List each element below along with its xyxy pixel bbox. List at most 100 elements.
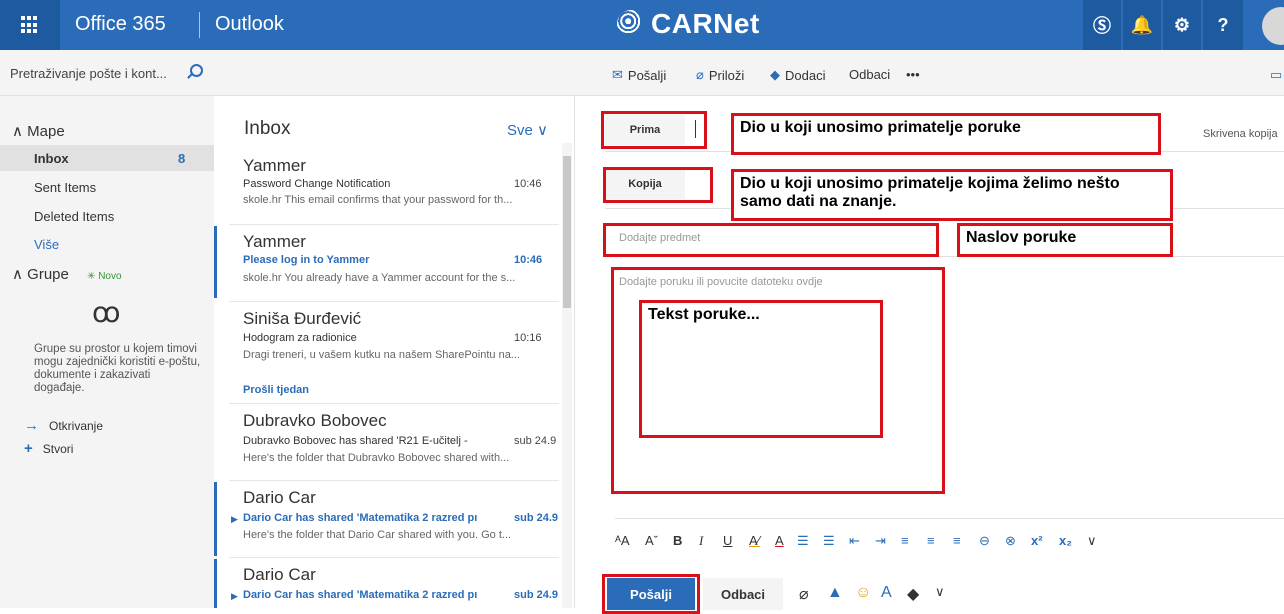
app-launcher-button[interactable]	[0, 0, 60, 50]
skype-icon[interactable]: Ⓢ	[1083, 0, 1121, 50]
new-group-label: Novo	[98, 271, 122, 282]
bcc-link[interactable]: Skrivena kopija	[1203, 128, 1278, 140]
nav-more-link[interactable]: Više	[0, 231, 214, 257]
indent-icon[interactable]: ⇥	[875, 533, 886, 549]
numbering-icon[interactable]: ☰	[823, 533, 835, 549]
attach-label: Priloži	[708, 67, 745, 83]
divider	[199, 12, 200, 38]
top-bar: Office 365 Outlook CARNet Ⓢ 🔔 ⚙ ?	[0, 0, 1284, 50]
grow-font-icon[interactable]: Aˇ	[645, 533, 658, 548]
signature-icon[interactable]: A	[881, 584, 892, 602]
folders-header[interactable]: ∧ Mape	[12, 122, 65, 140]
list-item[interactable]: Yammer Password Change Notification 10:4…	[214, 152, 559, 222]
search-input[interactable]: Pretraživanje pošte i kont...	[10, 66, 167, 81]
message-subject: Password Change Notification	[243, 178, 391, 190]
expand-arrow-icon[interactable]: ▶	[231, 514, 238, 525]
message-sender: Yammer	[243, 232, 306, 251]
align-right-icon[interactable]: ≡	[953, 533, 961, 548]
addins-icon[interactable]: ◆	[907, 584, 919, 604]
paperclip-icon[interactable]: ⌀	[799, 584, 809, 604]
compose-pane: Prima Skrivena kopija Kopija Dodajte pre…	[574, 96, 1284, 614]
list-item[interactable]: Dario Car ▶ Dario Car has shared 'Matema…	[214, 559, 559, 608]
font-size-icon[interactable]: ᴬA	[615, 533, 630, 548]
search-bar[interactable]: Pretraživanje pošte i kont...	[0, 50, 214, 96]
highlight-icon[interactable]: A⁄	[749, 533, 760, 548]
list-item[interactable]: Dario Car ▶ Dario Car has shared 'Matema…	[214, 482, 559, 556]
discard-command[interactable]: Odbaci	[849, 67, 890, 82]
align-center-icon[interactable]: ≡	[927, 533, 935, 548]
message-subject: Please log in to Yammer	[243, 254, 370, 266]
filter-label: Sve	[507, 122, 533, 139]
new-group-link[interactable]: ✳ Novo	[87, 271, 122, 282]
send-label: Pošalji	[627, 67, 667, 83]
image-icon[interactable]: ▲	[827, 584, 843, 602]
bullets-icon[interactable]: ☰	[797, 533, 809, 549]
italic-icon[interactable]: I	[699, 533, 703, 549]
waffle-icon	[21, 16, 39, 34]
outdent-icon[interactable]: ⇤	[849, 533, 860, 549]
superscript-icon[interactable]: x²	[1031, 533, 1043, 548]
chevron-up-icon: ∧	[12, 266, 23, 283]
divider	[229, 557, 559, 558]
nav-item-sent[interactable]: Sent Items	[0, 174, 214, 200]
avatar[interactable]	[1262, 7, 1284, 45]
groups-description: Grupe su prostor u kojem timovi mogu zaj…	[34, 343, 201, 394]
help-icon[interactable]: ?	[1203, 0, 1243, 50]
to-annotation: Dio u koji unosimo primatelje poruke	[731, 113, 1161, 155]
discard-button[interactable]: Odbaci	[703, 578, 783, 610]
list-item[interactable]: Dubravko Bobovec Dubravko Bobovec has sh…	[214, 405, 559, 479]
message-time: 10:16	[514, 332, 542, 344]
folder-pane: ∧ Mape Inbox 8 Sent Items Deleted Items …	[0, 96, 214, 608]
message-sender: Siniša Đurđević	[243, 309, 362, 328]
list-item[interactable]: Siniša Đurđević Hodogram za radionice 10…	[214, 303, 559, 379]
subscript-icon[interactable]: x₂	[1059, 533, 1072, 548]
gear-icon[interactable]: ⚙	[1163, 0, 1201, 50]
folders-header-label: Mape	[27, 123, 65, 140]
message-preview: Here's the folder that Dubravko Bobovec …	[243, 452, 510, 464]
more-command[interactable]: •••	[906, 67, 920, 82]
section-label: Prošli tjedan	[243, 384, 310, 396]
scrollbar-thumb[interactable]	[563, 156, 571, 308]
search-icon[interactable]	[190, 64, 203, 77]
chevron-down-icon[interactable]: ∨	[1087, 533, 1097, 549]
list-title: Inbox	[244, 118, 291, 139]
create-link[interactable]: + Stvori	[24, 440, 73, 457]
create-label: Stvori	[42, 441, 74, 456]
cc-annotation: Dio u koji unosimo primatelje kojima žel…	[731, 169, 1173, 221]
nav-item-inbox[interactable]: Inbox 8	[0, 145, 214, 171]
nav-item-deleted[interactable]: Deleted Items	[0, 203, 214, 229]
discard-label: Odbaci	[849, 67, 891, 82]
message-subject: Dario Car has shared 'Matematika 2 razre…	[243, 589, 478, 601]
attach-command[interactable]: ⌀ Priloži	[696, 67, 744, 83]
message-preview: Here's the folder that Dario Car shared …	[243, 529, 512, 541]
suite-name[interactable]: Office 365	[75, 13, 166, 36]
addins-command[interactable]: ◆ Dodaci	[770, 67, 825, 83]
message-time: 10:46	[514, 254, 543, 266]
bold-icon[interactable]: B	[673, 533, 682, 548]
divider	[229, 224, 559, 225]
discover-link[interactable]: → Otkrivanje	[24, 417, 103, 434]
chevron-down-icon[interactable]: ∨	[935, 584, 945, 600]
link-icon[interactable]: ⊖	[979, 533, 990, 549]
filter-dropdown[interactable]: Sve ∨	[507, 121, 548, 139]
send-command[interactable]: ✉ Pošalji	[612, 67, 666, 83]
arrow-right-icon: →	[24, 417, 39, 434]
emoji-icon[interactable]: ☺	[855, 584, 871, 602]
font-color-icon[interactable]: A	[775, 533, 784, 548]
underline-icon[interactable]: U	[723, 533, 732, 548]
body-annotation: Tekst poruke...	[639, 300, 883, 438]
bell-icon[interactable]: 🔔	[1123, 0, 1161, 50]
unread-count: 8	[178, 150, 186, 166]
unlink-icon[interactable]: ⊗	[1005, 533, 1016, 549]
divider	[229, 301, 559, 302]
app-name[interactable]: Outlook	[215, 13, 284, 36]
message-subject: Dario Car has shared 'Matematika 2 razre…	[243, 512, 478, 524]
send-icon: ✉	[612, 67, 623, 82]
nav-item-label: Inbox	[34, 150, 69, 166]
discover-label: Otkrivanje	[49, 418, 104, 433]
popout-icon[interactable]: ▭	[1270, 67, 1282, 83]
list-item[interactable]: Yammer Please log in to Yammer 10:46 sko…	[214, 226, 559, 298]
groups-header[interactable]: ∧ Grupe ✳ Novo	[12, 265, 122, 283]
expand-arrow-icon[interactable]: ▶	[231, 591, 238, 602]
align-left-icon[interactable]: ≡	[901, 533, 909, 548]
